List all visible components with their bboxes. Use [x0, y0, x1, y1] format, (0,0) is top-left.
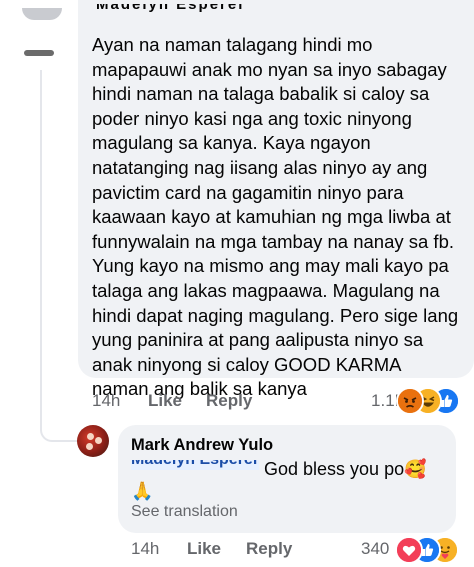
comment-timestamp[interactable]: 14h: [92, 391, 120, 411]
reply-mention[interactable]: Madelyn Esperel: [131, 460, 259, 470]
comment-like-button[interactable]: Like: [148, 391, 182, 411]
reply-timestamp[interactable]: 14h: [131, 539, 159, 559]
reply-author-avatar[interactable]: [77, 425, 109, 457]
reply-connector: [40, 420, 80, 442]
comment-reply-button[interactable]: Reply: [206, 391, 252, 411]
see-translation-link[interactable]: See translation: [131, 503, 238, 521]
reply-reaction-count[interactable]: 340: [361, 539, 389, 559]
angry-icon: [396, 387, 424, 415]
avatar-cropped-top: [22, 8, 62, 20]
thread-line: [40, 70, 42, 430]
reply-text: God bless you po: [264, 459, 405, 479]
reply-author-name[interactable]: Mark Andrew Yulo: [131, 436, 273, 455]
avatar-cropped-bottom: [24, 50, 54, 56]
reply-reply-button[interactable]: Reply: [246, 539, 292, 559]
comment-text: Ayan na naman talagang hindi mo mapapauw…: [92, 34, 459, 400]
love-icon: [395, 536, 423, 564]
commenter-avatar[interactable]: [0, 0, 64, 64]
smiling-hearts-emoji: 🥰: [404, 459, 427, 479]
reply-like-button[interactable]: Like: [187, 539, 221, 559]
comment-author-name[interactable]: Madelyn Esperel: [88, 4, 258, 18]
folded-hands-emoji: 🙏: [131, 481, 154, 501]
